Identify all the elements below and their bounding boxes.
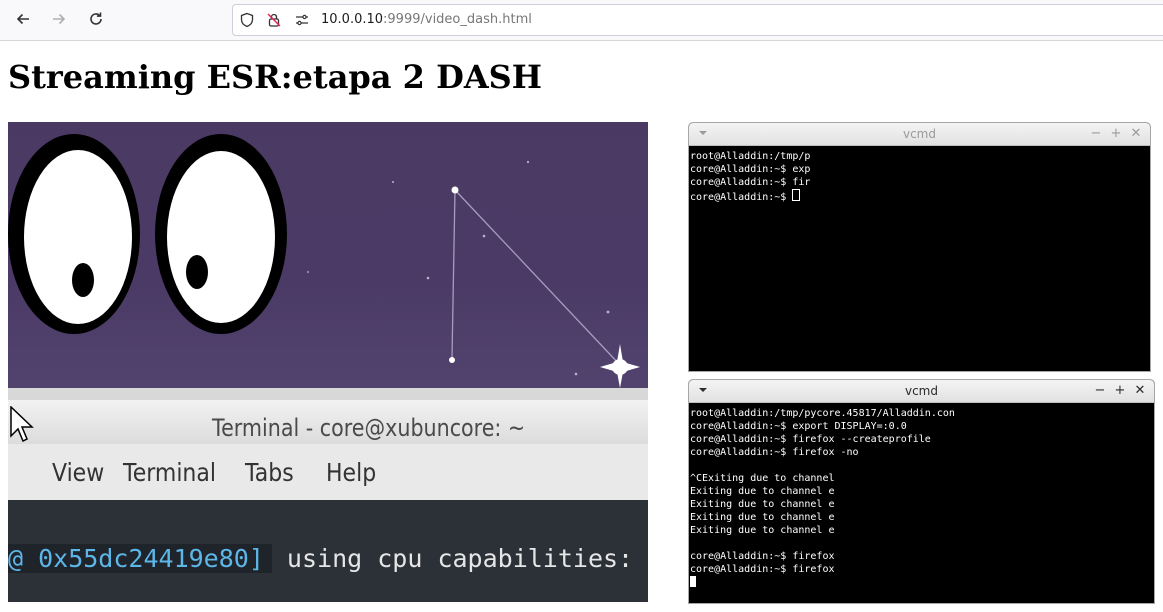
video-frame-terminal: Terminal - core@xubuncore: ~ : View Term… — [8, 388, 648, 602]
video-terminal-highlight: @ 0x55dc24419e80] — [8, 544, 272, 573]
terminal-line: core@Alladdin:~$ firefox -no — [690, 447, 859, 458]
vcmd-window-top[interactable]: vcmd − + ✕ root@Alladdin:/tmp/p core@All… — [688, 122, 1151, 372]
vcmd-title: vcmd — [904, 384, 938, 398]
video-terminal-rest: using cpu capabilities: MMX2 SSE2 — [286, 544, 648, 573]
terminal-cursor — [792, 189, 801, 201]
maximize-button[interactable]: + — [1112, 382, 1128, 398]
terminal-line: root@Alladdin:/tmp/pycore.45817/Alladdin… — [690, 408, 955, 419]
reload-icon — [90, 12, 102, 25]
terminal-cursor — [690, 576, 696, 587]
mouse-pointer-icon — [10, 406, 34, 443]
permissions-icon[interactable] — [293, 11, 311, 29]
url-host: 10.0.0.10 — [321, 12, 384, 27]
terminal-line: core@Alladdin:~$ export DISPLAY=:0.0 — [690, 421, 907, 432]
terminal-output[interactable]: root@Alladdin:/tmp/p core@Alladdin:~$ ex… — [689, 146, 1150, 371]
terminal-line: Exiting due to channel e — [690, 499, 835, 510]
video-menu-terminal: Terminal — [123, 458, 216, 487]
terminal-line: Exiting due to channel e — [690, 486, 835, 497]
terminal-line: Exiting due to channel e — [690, 525, 835, 536]
url-path: :9999/video_dash.html — [383, 12, 532, 27]
vcmd-titlebar[interactable]: vcmd − + ✕ — [689, 380, 1154, 403]
close-icon: ✕ — [1130, 125, 1142, 141]
minimize-icon: − — [1090, 125, 1102, 141]
video-menu-tabs: Tabs — [245, 458, 294, 487]
vcmd-title: vcmd — [902, 127, 936, 141]
maximize-button[interactable]: + — [1108, 125, 1124, 141]
close-button[interactable]: ✕ — [1128, 125, 1144, 141]
video-menu-help: Help — [326, 458, 377, 487]
terminal-line: core@Alladdin:~$ exp — [690, 164, 811, 175]
terminal-line: Exiting due to channel e — [690, 512, 835, 523]
video-terminal-menubar: : View Terminal Tabs Help — [8, 444, 648, 500]
terminal-prompt-line: core@Alladdin:~$ — [690, 189, 1150, 203]
forward-arrow-icon — [53, 13, 66, 25]
video-menu-fragment: : — [8, 458, 10, 487]
terminal-line: core@Alladdin:~$ fir — [690, 177, 811, 188]
minimize-icon: − — [1094, 382, 1106, 398]
page-title: Streaming ESR:etapa 2 DASH — [8, 58, 542, 96]
terminal-prompt: core@Alladdin:~$ — [690, 192, 793, 203]
back-arrow-icon — [16, 13, 29, 25]
terminal-prompt-line — [690, 576, 1154, 589]
video-menu-view: View — [52, 458, 105, 487]
url-text[interactable]: 10.0.0.10:9999/video_dash.html — [321, 12, 532, 27]
close-button[interactable]: ✕ — [1132, 382, 1148, 398]
terminal-line: root@Alladdin:/tmp/p — [690, 151, 811, 162]
back-button[interactable] — [10, 6, 36, 32]
vcmd-window-bottom[interactable]: vcmd − + ✕ root@Alladdin:/tmp/pycore.458… — [688, 379, 1155, 604]
video-terminal-line: @ 0x55dc24419e80] using cpu capabilities… — [8, 544, 648, 573]
reload-button[interactable] — [83, 6, 109, 32]
video-player[interactable]: Terminal - core@xubuncore: ~ : View Term… — [8, 122, 648, 602]
terminal-line: core@Alladdin:~$ firefox --createprofile — [690, 434, 931, 445]
maximize-icon: + — [1110, 125, 1122, 141]
url-bar[interactable]: 10.0.0.10:9999/video_dash.html — [232, 4, 1163, 36]
video-terminal-titlebar: Terminal - core@xubuncore: ~ — [8, 400, 648, 444]
browser-toolbar: 10.0.0.10:9999/video_dash.html — [0, 0, 1163, 41]
insecure-lock-icon[interactable] — [265, 11, 283, 29]
vcmd-titlebar[interactable]: vcmd − + ✕ — [689, 123, 1150, 146]
minimize-button[interactable]: − — [1088, 125, 1104, 141]
terminal-line: core@Alladdin:~$ firefox — [690, 551, 835, 562]
video-terminal-title: Terminal - core@xubuncore: ~ — [212, 414, 526, 442]
terminal-output[interactable]: root@Alladdin:/tmp/pycore.45817/Alladdin… — [689, 403, 1154, 603]
close-icon: ✕ — [1134, 382, 1146, 398]
shield-icon[interactable] — [238, 11, 256, 29]
terminal-line: core@Alladdin:~$ firefox — [690, 564, 835, 575]
minimize-button[interactable]: − — [1092, 382, 1108, 398]
terminal-line: ^CExiting due to channel — [690, 473, 835, 484]
forward-button[interactable] — [46, 6, 72, 32]
maximize-icon: + — [1114, 382, 1126, 398]
video-frame-artwork — [8, 134, 640, 388]
video-terminal-body: @ 0x55dc24419e80] using cpu capabilities… — [8, 500, 648, 602]
